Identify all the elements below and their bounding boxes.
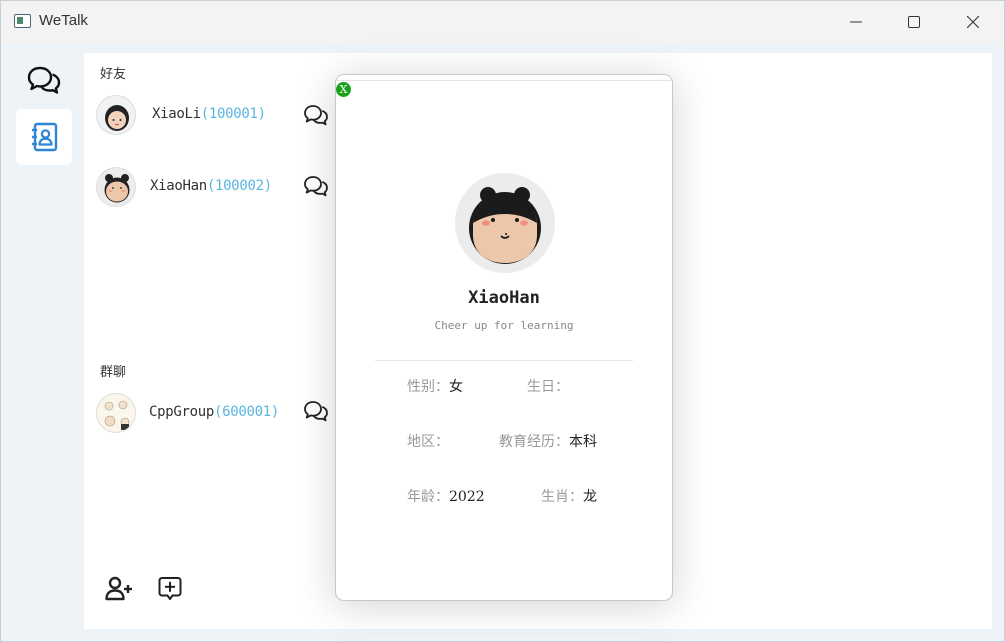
- education-field: 教育经历：本科: [499, 434, 597, 450]
- friends-section-title: 好友: [100, 67, 127, 82]
- zodiac-field: 生肖：龙: [541, 489, 597, 505]
- app-icon: [14, 14, 31, 28]
- avatar: [96, 95, 136, 135]
- profile-card: X XiaoHan Cheer up for learning 性别：女 生日：: [335, 74, 673, 601]
- close-icon: [967, 16, 979, 28]
- avatar: [96, 167, 136, 207]
- chat-bubbles-icon: [27, 66, 61, 94]
- maximize-icon: [908, 16, 920, 28]
- contact-name: XiaoLi(100001): [152, 106, 266, 122]
- sidebar-item-messages[interactable]: [16, 53, 72, 109]
- close-button[interactable]: [944, 1, 1002, 43]
- sidebar-item-contacts[interactable]: [16, 109, 72, 165]
- contact-name: CppGroup(600001): [149, 404, 280, 420]
- groups-section-title: 群聊: [100, 365, 127, 380]
- profile-avatar: [455, 173, 555, 273]
- minimize-button[interactable]: [827, 1, 885, 43]
- friend-row-xiaohan[interactable]: XiaoHan(100002): [96, 167, 341, 211]
- sidebar: [4, 43, 80, 641]
- create-group-button[interactable]: [155, 574, 185, 604]
- group-row-cppgroup[interactable]: CppGroup(600001): [96, 393, 341, 437]
- add-friend-button[interactable]: [104, 574, 134, 604]
- profile-name: XiaoHan: [468, 288, 540, 308]
- maximize-button[interactable]: [885, 1, 943, 43]
- chat-bubbles-icon[interactable]: [303, 103, 329, 129]
- gender-field: 性别：女: [407, 379, 463, 395]
- card-header-line: [336, 80, 672, 81]
- app-window: WeTalk 好友 XiaoLi(100001) XiaoHan(100002)…: [0, 0, 1005, 642]
- chat-bubbles-icon[interactable]: [303, 174, 329, 200]
- title-bar: WeTalk: [1, 1, 1004, 43]
- minimize-icon: [850, 21, 862, 23]
- friend-row-xiaoli[interactable]: XiaoLi(100001): [96, 95, 341, 139]
- age-field: 年龄：2022: [407, 489, 485, 505]
- add-chat-icon: [158, 577, 182, 600]
- address-book-icon: [32, 122, 58, 152]
- region-field: 地区：: [407, 434, 449, 450]
- chat-bubbles-icon[interactable]: [303, 399, 329, 425]
- divider: [375, 360, 633, 361]
- avatar: [96, 393, 136, 433]
- add-user-icon: [105, 576, 132, 601]
- profile-signature: Cheer up for learning: [434, 319, 574, 332]
- contact-name: XiaoHan(100002): [150, 178, 272, 194]
- birthday-field: 生日：: [527, 379, 569, 395]
- close-card-button[interactable]: X: [336, 82, 351, 97]
- window-title: WeTalk: [39, 12, 88, 29]
